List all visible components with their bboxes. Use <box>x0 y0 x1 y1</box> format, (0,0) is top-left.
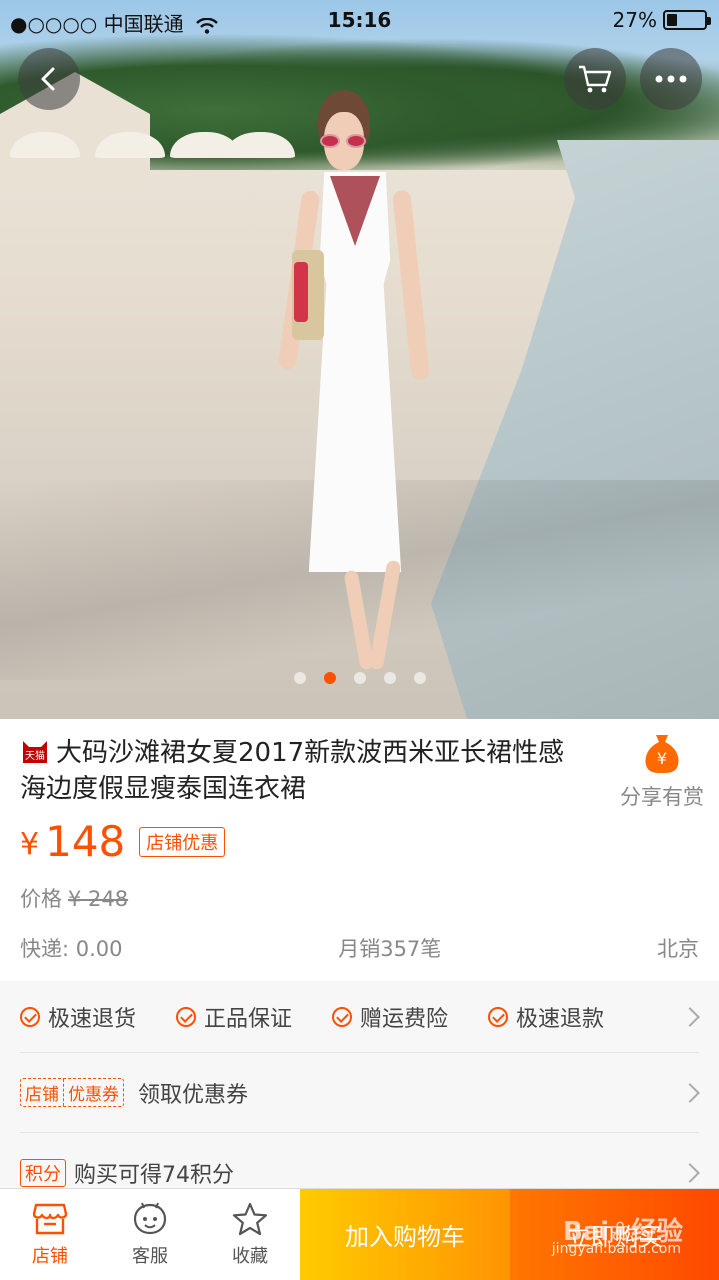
star-icon <box>232 1202 268 1235</box>
favorite-label: 收藏 <box>232 1245 268 1267</box>
coupon-tag: 店铺 优惠券 <box>20 1078 124 1107</box>
original-price-row: 价格 ¥ 248 <box>20 883 128 913</box>
check-circle-icon <box>488 1006 509 1027</box>
current-price: 148 <box>45 817 126 866</box>
monthly-sales: 月销357笔 <box>338 937 442 961</box>
pager-dot[interactable] <box>383 672 396 684</box>
check-circle-icon <box>332 1006 353 1027</box>
customer-service-button[interactable]: 客服 <box>100 1189 200 1280</box>
favorite-button[interactable]: 收藏 <box>200 1189 300 1280</box>
guarantee-item: 极速退货 <box>20 1001 136 1033</box>
product-image-gallery[interactable]: ●○○○○ 中国联通 15:16 27% <box>0 0 719 719</box>
share-label: 分享有赏 <box>620 785 704 809</box>
svg-text:天猫: 天猫 <box>25 749 45 762</box>
shop-discount-badge: 店铺优惠 <box>139 827 226 857</box>
model-in-white-dress <box>277 90 450 690</box>
check-circle-icon <box>20 1006 40 1027</box>
cart-icon <box>579 65 612 93</box>
gallery-pager[interactable] <box>0 672 719 684</box>
clock: 15:16 <box>327 8 392 32</box>
product-meta-row: 快递: 0.00 月销357笔 北京 <box>20 933 699 963</box>
chevron-right-icon <box>680 1082 700 1103</box>
currency-symbol: ¥ <box>20 827 40 862</box>
shipping-fee: 快递: 0.00 <box>20 937 123 961</box>
cart-button[interactable] <box>564 48 626 110</box>
share-reward-button[interactable]: ¥ 分享有赏 <box>615 731 709 811</box>
pager-dot[interactable] <box>413 672 426 684</box>
product-title-block: 天猫 大码沙滩裙女夏2017新款波西米亚长裙性感海边度假显瘦泰国连衣裙 <box>20 735 590 807</box>
svg-text:¥: ¥ <box>657 749 667 768</box>
service-label: 客服 <box>132 1245 168 1267</box>
money-bag-icon: ¥ <box>645 735 679 773</box>
guarantee-row[interactable]: 极速退货 正品保证 赠运费险 极速退款 <box>20 981 700 1053</box>
buy-now-button[interactable]: 立即购买 Bai❀经验 jingyan.baidu.com <box>510 1189 719 1280</box>
bottom-action-bar: 店铺 客服 收藏 加入购物车 立即购买 Bai❀经验 jingyan.baidu… <box>0 1188 719 1280</box>
check-circle-icon <box>176 1006 197 1027</box>
pager-dot[interactable] <box>353 672 366 684</box>
shop-button[interactable]: 店铺 <box>0 1189 100 1280</box>
pager-dot[interactable] <box>293 672 306 684</box>
pager-dot[interactable] <box>323 672 336 684</box>
points-tag: 积分 <box>20 1159 66 1187</box>
guarantee-item: 极速退款 <box>488 1001 604 1033</box>
add-to-cart-button[interactable]: 加入购物车 <box>300 1189 510 1280</box>
battery-percent: 27% <box>612 8 657 32</box>
back-button[interactable] <box>18 48 80 110</box>
price-row: ¥ 148 店铺优惠 <box>20 817 226 866</box>
tmall-badge-icon: 天猫 <box>23 741 47 763</box>
guarantee-item: 赠运费险 <box>332 1001 448 1033</box>
battery-icon <box>663 10 711 30</box>
coupon-row[interactable]: 店铺 优惠券 领取优惠券 <box>20 1053 700 1133</box>
store-icon <box>32 1203 68 1234</box>
battery-indicator: 27% <box>612 8 711 32</box>
product-info: 天猫 大码沙滩裙女夏2017新款波西米亚长裙性感海边度假显瘦泰国连衣裙 ¥ 分享… <box>0 719 719 981</box>
chat-face-icon <box>133 1202 167 1234</box>
ship-from-location: 北京 <box>656 937 699 961</box>
more-icon <box>655 75 687 83</box>
product-title: 大码沙滩裙女夏2017新款波西米亚长裙性感海边度假显瘦泰国连衣裙 <box>20 738 565 804</box>
original-price-label: 价格 <box>20 887 62 911</box>
product-page: ●○○○○ 中国联通 15:16 27% 天猫 大码沙滩裙女夏2017新款波西米… <box>0 0 719 1280</box>
service-section: 极速退货 正品保证 赠运费险 极速退款 店铺 优惠券 领取优惠券 积分 购买可得7… <box>0 981 719 1201</box>
chevron-right-icon <box>680 1163 700 1183</box>
original-price: ¥ 248 <box>68 887 129 911</box>
chevron-right-icon <box>680 1006 700 1027</box>
coupon-text: 领取优惠券 <box>138 1082 249 1108</box>
watermark-url: jingyan.baidu.com <box>551 1241 681 1257</box>
status-bar: ●○○○○ 中国联通 15:16 27% <box>0 0 719 40</box>
more-button[interactable] <box>640 48 702 110</box>
points-text: 购买可得74积分 <box>74 1163 234 1188</box>
chevron-left-icon <box>41 67 55 91</box>
shop-label: 店铺 <box>32 1245 68 1267</box>
guarantee-item: 正品保证 <box>176 1001 292 1033</box>
